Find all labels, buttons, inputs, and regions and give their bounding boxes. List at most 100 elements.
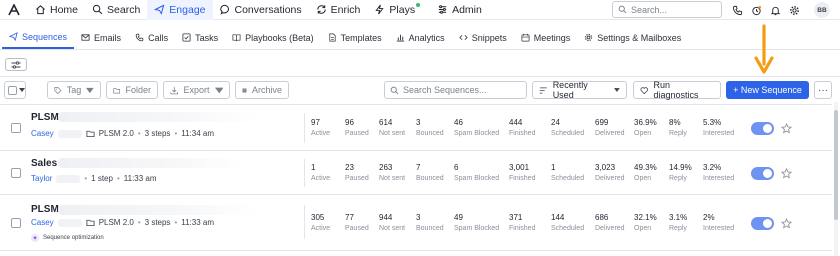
folder-button[interactable]: Folder xyxy=(106,81,158,99)
more-options-button[interactable]: ··· xyxy=(814,81,832,99)
star-icon[interactable] xyxy=(781,168,792,179)
sequence-name[interactable]: Sales xyxy=(31,158,57,169)
activity-icon[interactable] xyxy=(751,5,762,16)
tab-tasks[interactable]: Tasks xyxy=(175,26,225,49)
sequence-active-toggle[interactable] xyxy=(751,167,774,180)
stat-scheduled: 24 Scheduled xyxy=(551,118,601,137)
row-checkbox[interactable] xyxy=(11,168,21,178)
last-used-time: 11:33 am xyxy=(181,218,215,227)
folder-name[interactable]: PLSM 2.0 xyxy=(99,218,134,227)
nav-search[interactable]: Search xyxy=(85,0,147,20)
tab-sequences[interactable]: Sequences xyxy=(2,26,75,49)
tab-settings-mailboxes[interactable]: Settings & Mailboxes xyxy=(577,26,688,49)
bell-icon[interactable] xyxy=(770,5,781,16)
archive-button[interactable]: Archive xyxy=(235,81,289,99)
sequence-search-placeholder: Search Sequences... xyxy=(403,85,487,95)
redacted-owner xyxy=(56,174,81,183)
tag-icon xyxy=(54,86,62,94)
sequence-active-toggle[interactable] xyxy=(751,217,774,230)
filter-toggle-button[interactable] xyxy=(5,58,27,71)
sort-dropdown[interactable]: Recently Used xyxy=(532,80,627,100)
owner-name[interactable]: Taylor xyxy=(31,174,52,183)
nav-admin[interactable]: Admin xyxy=(430,0,489,20)
sequence-meta: Casey PLSM 2.0 • 3 steps • 11:33 am xyxy=(31,218,214,227)
nav-plays[interactable]: Plays xyxy=(367,0,430,20)
sequence-name[interactable]: PLSM xyxy=(31,112,59,123)
chevron-down-icon[interactable] xyxy=(19,88,25,92)
more-options-label: ··· xyxy=(818,84,828,96)
last-used-time: 11:34 am xyxy=(181,129,215,138)
sequence-optimization-badge[interactable]: ✦ Sequence optimization xyxy=(31,234,104,242)
table-row[interactable]: PLSM Casey PLSM 2.0 • 3 steps • 11:33 am… xyxy=(0,194,832,250)
tag-button[interactable]: Tag xyxy=(47,81,101,99)
search-icon xyxy=(92,4,103,15)
table-row[interactable]: PLSM Casey PLSM 2.0 • 3 steps • 11:34 am… xyxy=(0,104,832,150)
star-icon[interactable] xyxy=(781,218,792,229)
archive-icon xyxy=(242,88,247,92)
nav-engage[interactable]: Engage xyxy=(147,0,213,20)
export-button[interactable]: Export xyxy=(163,81,230,99)
home-icon xyxy=(36,5,45,15)
sequence-active-toggle[interactable] xyxy=(751,122,774,135)
nav-enrich[interactable]: Enrich xyxy=(309,0,368,20)
mail-icon xyxy=(81,34,90,41)
separator-dot: • xyxy=(137,129,141,138)
tab-calls[interactable]: Calls xyxy=(128,26,175,49)
gear-icon[interactable] xyxy=(789,5,800,16)
checkbox[interactable] xyxy=(8,85,17,95)
bar-chart-icon xyxy=(396,34,404,42)
step-count: 3 steps xyxy=(144,129,171,138)
apollo-logo-icon[interactable] xyxy=(0,0,28,20)
tab-emails[interactable]: Emails xyxy=(74,26,128,49)
run-diagnostics-button[interactable]: Run diagnostics xyxy=(633,80,721,100)
tab-snippets[interactable]: Snippets xyxy=(452,26,514,49)
owner-name[interactable]: Casey xyxy=(31,218,54,227)
tab-analytics[interactable]: Analytics xyxy=(389,26,452,49)
tab-meetings[interactable]: Meetings xyxy=(514,26,578,49)
tab-meetings-label: Meetings xyxy=(533,32,571,43)
new-sequence-button[interactable]: + New Sequence xyxy=(726,81,809,99)
tag-button-label: Tag xyxy=(66,85,82,95)
stat-spam-blocked: 6 Spam Blocked xyxy=(454,163,504,182)
row-checkbox[interactable] xyxy=(11,123,21,133)
chevron-down-icon xyxy=(214,87,223,93)
separator-dot: • xyxy=(116,174,120,183)
toggle-knob xyxy=(763,124,772,133)
new-indicator-dot xyxy=(416,2,421,7)
sequence-search-input[interactable]: Search Sequences... xyxy=(384,81,527,99)
phone-icon[interactable] xyxy=(732,5,743,16)
global-search-input[interactable]: Search... xyxy=(612,1,722,18)
vertical-scrollbar[interactable] xyxy=(834,102,838,256)
book-icon xyxy=(232,34,241,42)
owner-name[interactable]: Casey xyxy=(31,129,54,138)
toggle-knob xyxy=(763,169,772,178)
stat-label: Scheduled xyxy=(551,130,585,137)
select-all-checkbox[interactable] xyxy=(4,81,26,99)
column-divider xyxy=(304,113,305,143)
user-avatar[interactable]: BB xyxy=(814,2,830,18)
row-checkbox[interactable] xyxy=(11,218,21,228)
tab-playbooks[interactable]: Playbooks (Beta) xyxy=(225,26,321,49)
nav-home[interactable]: Home xyxy=(28,0,85,20)
scrollbar-thumb[interactable] xyxy=(834,110,838,220)
archive-button-label: Archive xyxy=(251,85,282,95)
sparkle-icon: ✦ xyxy=(31,234,39,242)
sequence-name[interactable]: PLSM xyxy=(31,204,59,215)
tab-playbooks-label: Playbooks (Beta) xyxy=(245,32,314,43)
tab-emails-label: Emails xyxy=(94,32,122,43)
tab-snippets-label: Snippets xyxy=(471,32,507,43)
nav-search-label: Search xyxy=(107,3,141,16)
tab-calls-label: Calls xyxy=(148,32,169,43)
stat-interested-rate: 2% Interested xyxy=(703,213,753,232)
search-icon xyxy=(390,86,399,94)
folder-name[interactable]: PLSM 2.0 xyxy=(99,129,134,138)
tab-templates[interactable]: Templates xyxy=(321,26,389,49)
column-divider xyxy=(304,205,305,239)
stat-value: 5.3% xyxy=(703,118,722,127)
star-icon[interactable] xyxy=(781,123,792,134)
chevron-down-icon xyxy=(86,87,94,93)
nav-conversations[interactable]: Conversations xyxy=(213,0,309,20)
tab-templates-label: Templates xyxy=(340,32,382,43)
tab-sequences-label: Sequences xyxy=(22,31,68,42)
table-row[interactable]: Sales Taylor • 1 step • 11:33 am 1 Active… xyxy=(0,150,832,194)
